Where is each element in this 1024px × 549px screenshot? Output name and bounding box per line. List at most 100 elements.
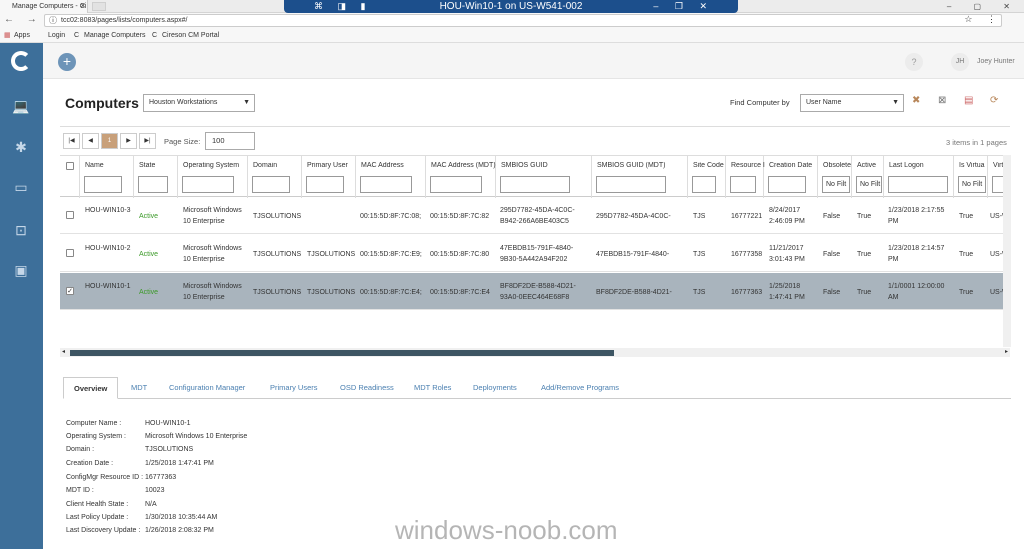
cell-mac: 00:15:5D:8F:7C:08; — [360, 213, 422, 220]
bookmark-manage-computers[interactable]: Manage Computers — [84, 29, 145, 43]
page-size-label: Page Size: — [164, 137, 201, 146]
collection-value: Houston Workstations — [149, 99, 218, 106]
column-header[interactable]: Primary User — [307, 162, 348, 169]
cireson-icon: C — [152, 32, 158, 39]
select-all-checkbox[interactable] — [66, 162, 74, 170]
pdf-export-icon[interactable]: ▤ — [964, 95, 973, 107]
tab-primary-users[interactable]: Primary Users — [270, 377, 318, 399]
filter-name[interactable] — [84, 176, 122, 193]
prev-page-button[interactable]: ◀ — [82, 133, 99, 149]
scroll-left-icon[interactable]: ◂ — [62, 348, 65, 357]
window-icon[interactable]: ▭ — [11, 180, 31, 194]
bookmark-star-icon[interactable]: ☆ ⋮ — [964, 14, 1002, 25]
filter-domain[interactable] — [252, 176, 290, 193]
bookmark-cireson-portal[interactable]: Cireson CM Portal — [162, 29, 219, 43]
bookmark-login[interactable]: Login — [48, 29, 65, 43]
excel-export-icon[interactable]: ⊠ — [938, 95, 946, 107]
last-page-button[interactable]: ▶| — [139, 133, 156, 149]
table-row[interactable]: HOU-WIN10-3 Active Microsoft Windows 10 … — [60, 197, 1010, 234]
find-by-select[interactable]: User Name ▼ — [800, 94, 904, 112]
table-row-selected[interactable]: ✓ HOU-WIN10-1 Active Microsoft Windows 1… — [60, 273, 1010, 310]
filter-is-virtual[interactable]: No Filt — [958, 176, 986, 193]
tab-overview[interactable]: Overview — [63, 377, 119, 399]
tab-deployments[interactable]: Deployments — [473, 377, 517, 399]
page-size-input[interactable]: 100 — [205, 132, 255, 150]
column-header[interactable]: Obsolete — [823, 162, 851, 169]
filter-mac-mdt[interactable] — [430, 176, 482, 193]
filter-os[interactable] — [182, 176, 234, 193]
filter-creation-date[interactable] — [768, 176, 806, 193]
column-header[interactable]: State — [139, 162, 155, 169]
tab-mdt[interactable]: MDT — [131, 377, 147, 399]
add-button[interactable]: + — [58, 53, 76, 71]
tab-configuration-manager[interactable]: Configuration Manager — [169, 377, 245, 399]
col-site-code: Site Code — [688, 156, 726, 198]
row-checkbox-checked[interactable]: ✓ — [66, 287, 74, 295]
column-header[interactable]: Resource I — [731, 162, 765, 169]
clear-icon[interactable]: ✖ — [912, 95, 920, 107]
column-header[interactable]: MAC Address (MDT) — [431, 162, 496, 169]
browser-tab[interactable]: Manage Computers - Ci ✕ — [0, 0, 88, 13]
column-header[interactable]: Is Virtua — [959, 162, 985, 169]
filter-state[interactable] — [138, 176, 168, 193]
row-checkbox[interactable] — [66, 211, 74, 219]
column-header[interactable]: Operating System — [183, 162, 239, 169]
filter-smbios-mdt[interactable] — [596, 176, 666, 193]
filter-site-code[interactable] — [692, 176, 716, 193]
avatar[interactable]: JH — [951, 53, 969, 71]
laptop-icon[interactable]: 💻 — [11, 99, 31, 113]
filter-smbios[interactable] — [500, 176, 570, 193]
table-row[interactable]: HOU-WIN10-2 Active Microsoft Windows 10 … — [60, 235, 1010, 272]
bookmarks-bar: ▦ Apps Login C Manage Computers C Cireso… — [0, 29, 1024, 43]
apps-grid-icon[interactable]: ▦ — [4, 29, 11, 43]
row-checkbox[interactable] — [66, 249, 74, 257]
filter-obsolete[interactable]: No Filt — [822, 176, 850, 193]
scrollbar-thumb[interactable] — [70, 350, 614, 356]
vertical-scrollbar[interactable] — [1003, 155, 1011, 347]
cell-resource-id: 16777221 — [731, 213, 763, 220]
tab-add-remove-programs[interactable]: Add/Remove Programs — [541, 377, 619, 399]
column-header[interactable]: Domain — [253, 162, 277, 169]
column-header[interactable]: Creation Date — [769, 162, 812, 169]
monitor-icon[interactable]: ⊡ — [11, 223, 31, 237]
detail-row: Domain : TJSOLUTIONS — [66, 445, 193, 455]
column-header[interactable]: SMBIOS GUID — [501, 162, 548, 169]
tab-mdt-roles[interactable]: MDT Roles — [414, 377, 451, 399]
horizontal-scrollbar[interactable]: ◂ ▸ — [60, 348, 1010, 357]
column-header[interactable]: Site Code — [693, 162, 724, 169]
address-bar[interactable]: ⓘ tcc02:8083/pages/lists/computers.aspx#… — [44, 14, 1002, 27]
cell-primary-user — [307, 211, 355, 222]
filter-primary-user[interactable] — [306, 176, 344, 193]
column-header[interactable]: Last Logon — [889, 162, 924, 169]
close-tab-icon[interactable]: ✕ — [80, 0, 86, 13]
bug-icon[interactable]: ✱ — [11, 140, 31, 154]
cireson-logo-icon[interactable] — [11, 51, 31, 71]
tab-osd-readiness[interactable]: OSD Readiness — [340, 377, 394, 399]
window-controls[interactable]: – ▢ ✕ — [947, 0, 1020, 13]
detail-label: Computer Name : — [66, 420, 122, 427]
page-1-button[interactable]: 1 — [101, 133, 118, 149]
filter-resource-id[interactable] — [730, 176, 756, 193]
column-header[interactable]: Active — [857, 162, 876, 169]
cell-domain: TJSOLUTIONS — [253, 251, 302, 258]
refresh-icon[interactable]: ⟳ — [990, 95, 998, 107]
user-name[interactable]: Joey Hunter — [977, 58, 1015, 65]
collection-select[interactable]: Houston Workstations ▼ — [143, 94, 255, 112]
cireson-icon: C — [74, 32, 80, 39]
filter-mac[interactable] — [360, 176, 412, 193]
filter-active[interactable]: No Filt — [856, 176, 882, 193]
column-header[interactable]: MAC Address — [361, 162, 404, 169]
bookmark-apps[interactable]: Apps — [14, 29, 30, 43]
cell-site-code: TJS — [693, 213, 706, 220]
rdp-window-controls[interactable]: – ❐ ✕ — [653, 0, 714, 13]
filter-last-logon[interactable] — [888, 176, 948, 193]
next-page-button[interactable]: ▶ — [120, 133, 137, 149]
cell-last-logon: 1/23/2018 2:14:57 PM — [888, 245, 945, 263]
first-page-button[interactable]: |◀ — [63, 133, 80, 149]
new-tab-button[interactable] — [92, 2, 106, 11]
scroll-right-icon[interactable]: ▸ — [1005, 348, 1008, 357]
help-icon[interactable]: ? — [905, 53, 923, 71]
column-header[interactable]: Name — [85, 162, 104, 169]
column-header[interactable]: SMBIOS GUID (MDT) — [597, 162, 665, 169]
id-card-icon[interactable]: ▣ — [11, 263, 31, 277]
